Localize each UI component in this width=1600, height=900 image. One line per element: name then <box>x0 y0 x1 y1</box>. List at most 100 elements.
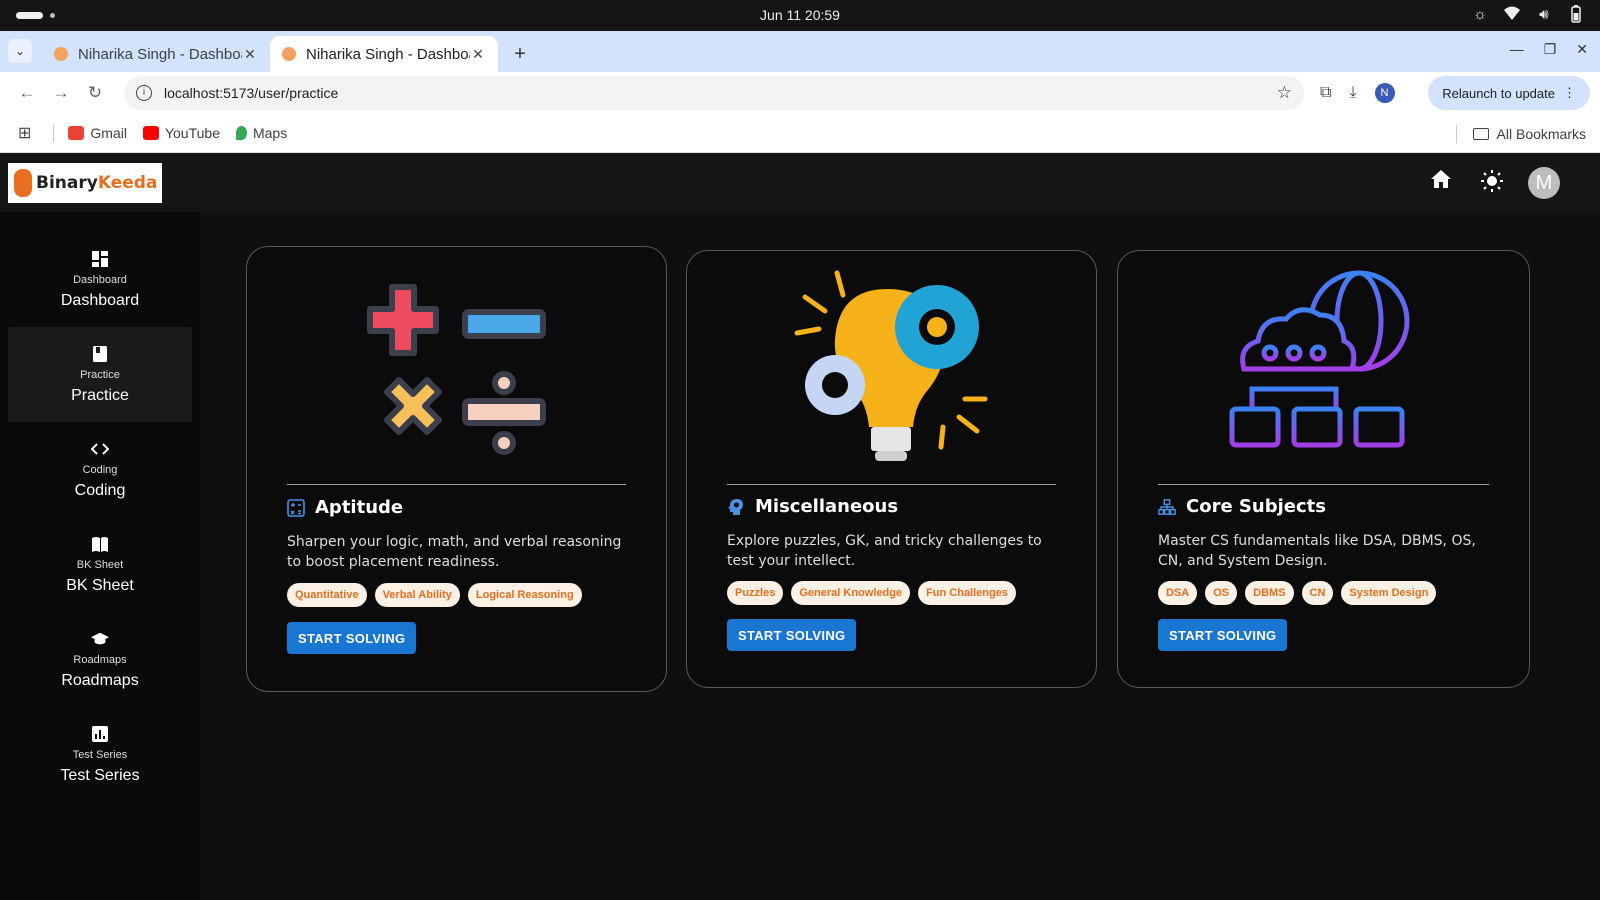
open-book-icon <box>92 536 108 552</box>
sidebar: Dashboard Dashboard Practice Practice Co… <box>0 212 200 900</box>
start-solving-button[interactable]: START SOLVING <box>727 619 857 651</box>
bookmark-label: Maps <box>252 125 288 141</box>
bookmarks-bar: ⊞ Gmail YouTube Maps All Bookmarks <box>0 114 1600 153</box>
practice-content: Aptitude Sharpen your logic, math, and v… <box>200 212 1600 900</box>
sidebar-item-bk-sheet[interactable]: BK Sheet BK Sheet <box>8 517 192 612</box>
bar-chart-icon <box>92 725 108 742</box>
sidebar-item-caption: Dashboard <box>73 273 127 286</box>
card-aptitude[interactable]: Aptitude Sharpen your logic, math, and v… <box>246 246 667 692</box>
card-divider <box>1158 484 1489 485</box>
divider <box>1455 125 1457 143</box>
card-title-text: Aptitude <box>315 497 404 518</box>
tab-title: Niharika Singh - Dashboard <box>78 45 242 63</box>
sidebar-item-label: Dashboard <box>60 291 140 309</box>
relaunch-label: Relaunch to update <box>1442 85 1555 101</box>
tag-chip: Verbal Ability <box>374 583 460 607</box>
bookmark-youtube[interactable]: YouTube <box>142 125 220 141</box>
math-symbols-illustration <box>247 267 666 467</box>
sidebar-item-dashboard[interactable]: Dashboard Dashboard <box>8 232 192 327</box>
lightbulb-gears-illustration <box>687 267 1096 467</box>
binarykeeda-logo[interactable]: Binary Keeda <box>8 163 162 203</box>
tag-chip: DSA <box>1158 581 1198 605</box>
close-icon[interactable]: ✕ <box>242 46 258 63</box>
sidebar-item-caption: BK Sheet <box>76 558 124 571</box>
dashboard-icon <box>92 250 108 267</box>
card-description: Master CS fundamentals like DSA, DBMS, O… <box>1158 533 1476 569</box>
tag-chip: OS <box>1205 581 1238 605</box>
gmail-icon <box>68 126 85 140</box>
window-controls: — ❐ ✕ <box>1510 41 1588 58</box>
sidebar-item-label: BK Sheet <box>66 576 134 594</box>
card-title: Miscellaneous <box>727 496 898 517</box>
logo-text-part2: Keeda <box>97 173 158 193</box>
back-icon[interactable]: ← <box>10 83 44 103</box>
minimize-icon[interactable]: — <box>1510 41 1524 58</box>
relaunch-button[interactable]: Relaunch to update ⋮ <box>1428 76 1590 110</box>
start-solving-button[interactable]: START SOLVING <box>1158 619 1288 651</box>
card-divider <box>727 484 1056 485</box>
calculator-icon <box>287 498 305 517</box>
close-window-icon[interactable]: ✕ <box>1576 41 1588 58</box>
home-icon[interactable] <box>1430 169 1452 195</box>
card-title-text: Miscellaneous <box>755 496 899 517</box>
bookmark-gmail[interactable]: Gmail <box>68 125 127 141</box>
address-bar[interactable]: i localhost:5173/user/practice ☆ <box>124 76 1304 110</box>
theme-toggle-icon[interactable] <box>1480 169 1504 199</box>
divider <box>53 124 55 142</box>
start-solving-button[interactable]: START SOLVING <box>287 622 417 654</box>
os-top-bar: Jun 11 20:59 ☼ 🔊︎ <box>0 0 1600 31</box>
browser-tab-active[interactable]: Niharika Singh - Dashboard ✕ <box>270 36 498 72</box>
sidebar-item-caption: Practice <box>80 368 120 381</box>
bookmark-label: YouTube <box>164 125 220 141</box>
new-tab-button[interactable]: + <box>506 40 534 68</box>
extensions-icon[interactable]: ⧉ <box>1320 84 1331 102</box>
tag-chip: DBMS <box>1245 581 1294 605</box>
sidebar-item-test-series[interactable]: Test Series Test Series <box>8 707 192 802</box>
apps-grid-icon[interactable]: ⊞ <box>18 123 31 143</box>
youtube-icon <box>142 126 159 140</box>
volume-icon: 🔊︎ <box>1539 6 1549 23</box>
sidebar-item-coding[interactable]: Coding Coding <box>8 422 192 517</box>
reload-icon[interactable]: ↻ <box>78 83 112 103</box>
profile-avatar[interactable]: N <box>1374 83 1395 103</box>
tab-search-button[interactable]: ⌄ <box>8 39 32 63</box>
sidebar-item-practice[interactable]: Practice Practice <box>8 327 192 422</box>
maximize-icon[interactable]: ❐ <box>1544 41 1557 58</box>
favicon-icon <box>282 47 296 61</box>
sidebar-item-caption: Test Series <box>72 748 128 761</box>
chevron-down-icon: ⌄ <box>14 44 26 58</box>
os-clock[interactable]: Jun 11 20:59 <box>0 7 1600 23</box>
browser-tab-strip: ⌄ Niharika Singh - Dashboard ✕ Niharika … <box>0 31 1600 72</box>
all-bookmarks-label: All Bookmarks <box>1496 126 1586 142</box>
tag-chip: Quantitative <box>287 583 367 607</box>
card-divider <box>287 484 626 485</box>
browser-tab[interactable]: Niharika Singh - Dashboard ✕ <box>42 36 270 72</box>
favicon-icon <box>54 47 68 61</box>
toolbar-icons: ⧉ ⤓ N <box>1320 83 1395 103</box>
system-tray[interactable]: ☼ 🔊︎ <box>1470 5 1586 25</box>
bookmark-maps[interactable]: Maps <box>235 125 288 141</box>
card-title: Core Subjects <box>1158 496 1326 517</box>
more-vert-icon: ⋮ <box>1563 85 1576 100</box>
bookmark-label: Gmail <box>90 125 127 141</box>
user-avatar[interactable]: M <box>1528 167 1560 199</box>
card-description: Explore puzzles, GK, and tricky challeng… <box>727 533 1042 569</box>
close-icon[interactable]: ✕ <box>470 46 486 63</box>
url-text[interactable]: localhost:5173/user/practice <box>164 85 1277 101</box>
tag-list: Quantitative Verbal Ability Logical Reas… <box>287 583 636 607</box>
sidebar-item-caption: Roadmaps <box>73 653 127 666</box>
site-info-icon[interactable]: i <box>136 85 152 101</box>
card-core-subjects[interactable]: Core Subjects Master CS fundamentals lik… <box>1117 250 1530 688</box>
all-bookmarks-button[interactable]: All Bookmarks <box>1455 125 1586 143</box>
sidebar-item-roadmaps[interactable]: Roadmaps Roadmaps <box>8 612 192 707</box>
sidebar-item-label: Roadmaps <box>61 671 139 689</box>
card-miscellaneous[interactable]: Miscellaneous Explore puzzles, GK, and t… <box>686 250 1097 688</box>
card-description: Sharpen your logic, math, and verbal rea… <box>287 534 622 570</box>
bookmark-star-icon[interactable]: ☆ <box>1277 83 1292 103</box>
forward-icon[interactable]: → <box>44 83 78 103</box>
sidebar-item-label: Test Series <box>60 766 140 784</box>
battery-icon <box>1566 5 1586 25</box>
logo-text-part1: Binary <box>36 173 98 193</box>
download-icon[interactable]: ⤓ <box>1349 84 1356 102</box>
cloud-network-illustration <box>1118 269 1529 469</box>
